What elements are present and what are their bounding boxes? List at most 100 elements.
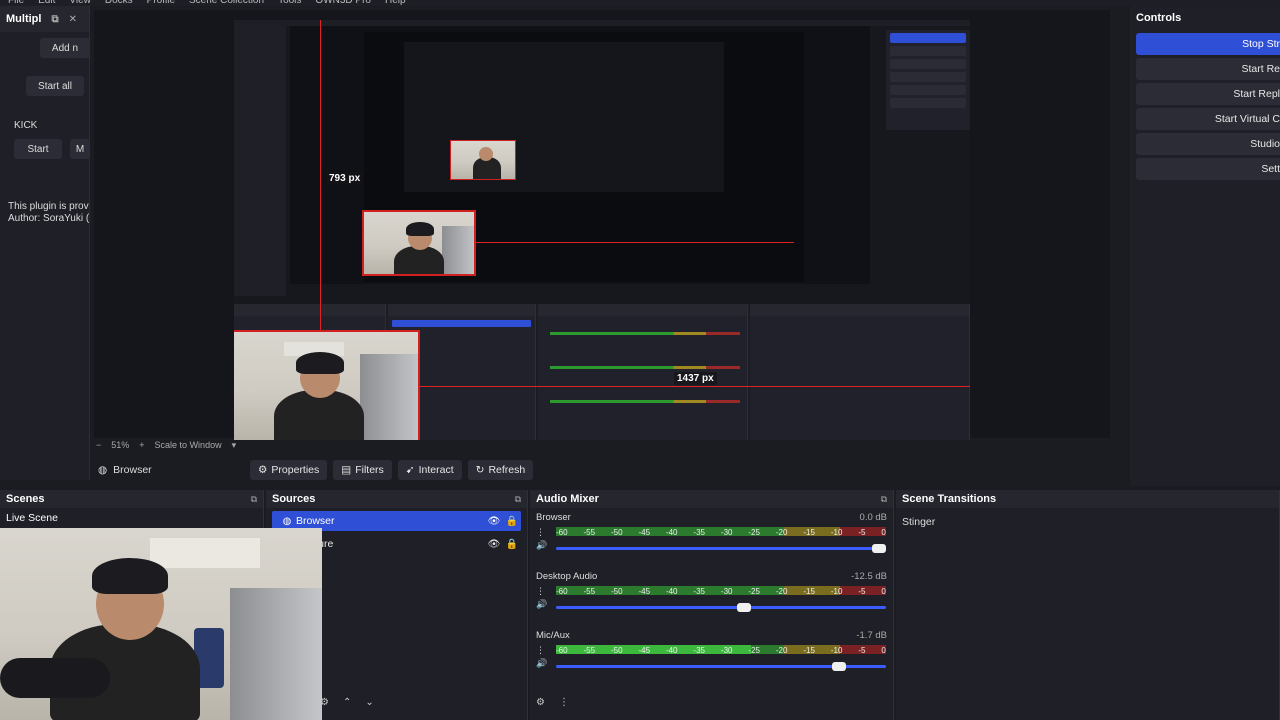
more-icon[interactable]: ⋮ — [559, 697, 569, 708]
scale-tick: -15 — [803, 646, 815, 655]
audio-mixer-dock: Audio Mixer ⧉ Browser 0.0 dB ⋮ 🔊 -60 -55 -… — [530, 490, 894, 720]
scale-tick: -15 — [803, 528, 815, 537]
lock-icon[interactable]: 🔒 — [503, 516, 521, 527]
controls-dock: Controls Stop Str Start Re Start Repl St… — [1130, 6, 1280, 486]
controls-title: Controls — [1136, 12, 1182, 24]
fader-knob[interactable] — [832, 662, 847, 671]
eye-icon[interactable]: 👁 — [485, 516, 503, 527]
transitions-title: Scene Transitions — [902, 493, 997, 505]
controller-hands — [0, 658, 110, 698]
menu-docks[interactable]: Docks — [105, 0, 133, 6]
filters-button[interactable]: ▤ Filters — [333, 460, 392, 480]
menu-scene-collection[interactable]: Scene Collection — [189, 0, 264, 6]
more-button[interactable]: M — [70, 139, 89, 159]
start-recording-button[interactable]: Start Re — [1136, 58, 1280, 80]
sources-header: Sources ⧉ — [266, 490, 527, 508]
nested-controls — [886, 30, 970, 130]
scale-tick: -55 — [583, 528, 596, 537]
popout-icon[interactable]: ⧉ — [881, 494, 887, 505]
scale-tick: -45 — [638, 587, 651, 596]
volume-fader[interactable] — [556, 544, 886, 553]
measure-vertical: 793 px — [326, 172, 364, 185]
popout-icon[interactable]: ⧉ — [251, 494, 257, 505]
scale-tick: -60 — [556, 587, 568, 596]
eye-icon[interactable]: 👁 — [485, 539, 503, 550]
preview-area[interactable]: 793 px 1437 px — [94, 10, 1110, 440]
more-icon[interactable]: ⋮ — [536, 526, 547, 539]
start-all-button[interactable]: Start all — [26, 76, 84, 96]
chevron-down-icon[interactable]: ▾ — [232, 440, 237, 451]
sources-footer: ⚙ ⌃ ⌄ — [320, 697, 374, 708]
webcam-overlay — [0, 528, 322, 720]
more-icon[interactable]: ⋮ — [536, 585, 547, 598]
source-toolbar: ◍ Browser ⚙ Properties ▤ Filters ➹ Inter… — [94, 458, 1124, 482]
start-virtual-camera-button[interactable]: Start Virtual C — [1136, 108, 1280, 130]
meter-scale: -60 -55 -50 -45 -40 -35 -30 -25 -20 -15 -10 -5 0 — [556, 528, 886, 537]
scale-tick: -25 — [748, 646, 760, 655]
scale-tick: -55 — [583, 646, 596, 655]
float-icon[interactable]: ⧉ — [51, 14, 58, 25]
scale-tick: -50 — [610, 587, 623, 596]
start-replay-button[interactable]: Start Repl — [1136, 83, 1280, 105]
studio-mode-button[interactable]: Studio — [1136, 133, 1280, 155]
mixer-channel: Desktop Audio -12.5 dB ⋮ 🔊 -60 -55 -50 -45-… — [536, 567, 887, 626]
start-button[interactable]: Start — [14, 139, 62, 159]
multistream-dock: Multipl ⧉ ✕ Add n Start all KICK Start M… — [0, 6, 90, 480]
speaker-icon[interactable]: 🔊 — [536, 539, 547, 552]
menu-tools[interactable]: Tools — [278, 0, 301, 6]
popout-icon[interactable]: ⧉ — [515, 494, 521, 505]
chevron-down-icon[interactable]: ⌄ — [365, 697, 373, 708]
scale-tick: -30 — [720, 587, 733, 596]
scale-tick: -5 — [858, 528, 866, 537]
plugin-author: Author: SoraYuki ( — [8, 213, 90, 224]
stop-streaming-button[interactable]: Stop Str — [1136, 33, 1280, 55]
zoom-in-icon[interactable]: + — [139, 440, 144, 450]
gear-icon[interactable]: ⚙ — [536, 697, 545, 708]
chevron-up-icon[interactable]: ⌃ — [343, 697, 351, 708]
menu-help[interactable]: Help — [385, 0, 406, 6]
volume-fader[interactable] — [556, 603, 886, 612]
fader-knob[interactable] — [872, 544, 886, 553]
channel-name: Mic/Aux — [536, 630, 570, 641]
scale-tick: 0 — [881, 528, 886, 537]
more-icon[interactable]: ⋮ — [536, 644, 547, 657]
refresh-button[interactable]: ↻ Refresh — [467, 460, 534, 480]
zoom-out-icon[interactable]: − — [96, 440, 101, 450]
properties-button[interactable]: ⚙ Properties — [250, 460, 328, 480]
add-target-button[interactable]: Add n — [40, 38, 89, 58]
current-source-name: Browser — [113, 464, 152, 476]
scale-tick: -10 — [830, 587, 843, 596]
scale-tick: -40 — [665, 528, 678, 537]
menu-own3d[interactable]: OWN3D Pro — [315, 0, 371, 6]
scene-item-live[interactable]: Live Scene — [6, 512, 257, 524]
preview-webcam[interactable] — [234, 330, 420, 440]
mixer-channel: Mic/Aux -1.7 dB ⋮ 🔊 -60 -55 -50 -45 -40 -35 -3… — [536, 626, 887, 685]
preview-zoom-bar: − 51% + Scale to Window ▾ — [94, 438, 1110, 452]
channel-name: Desktop Audio — [536, 571, 598, 582]
scale-mode[interactable]: Scale to Window — [155, 440, 222, 450]
meter-scale: -60 -55 -50 -45 -40 -35 -30 -25 -20 -15 -10 -5 0 — [556, 587, 886, 596]
scale-tick: -5 — [858, 646, 866, 655]
multistream-dock-title: Multipl ⧉ ✕ — [0, 6, 89, 32]
fader-knob[interactable] — [736, 603, 751, 612]
settings-button[interactable]: Sett — [1136, 158, 1280, 180]
preview-canvas[interactable]: 793 px 1437 px — [234, 20, 970, 440]
lock-icon[interactable]: 🔒 — [503, 539, 521, 550]
transition-select[interactable]: Stinger — [902, 516, 1273, 528]
speaker-icon[interactable]: 🔊 — [536, 657, 547, 670]
sources-title: Sources — [272, 493, 316, 505]
scale-tick: -60 — [556, 646, 568, 655]
speaker-icon[interactable]: 🔊 — [536, 598, 547, 611]
scale-tick: -15 — [803, 587, 815, 596]
interact-button[interactable]: ➹ Interact — [397, 460, 462, 480]
volume-fader[interactable] — [556, 662, 886, 671]
nested-webcam-medium — [362, 210, 476, 276]
menu-profile[interactable]: Profile — [147, 0, 175, 6]
scale-tick: -50 — [610, 646, 623, 655]
scale-tick: -35 — [693, 646, 705, 655]
guide-horizontal-nested — [476, 242, 794, 243]
close-icon[interactable]: ✕ — [69, 14, 77, 25]
scale-tick: -60 — [556, 528, 568, 537]
menu-bar: File Edit View Docks Profile Scene Colle… — [0, 0, 1280, 6]
mixer-title: Audio Mixer — [536, 493, 599, 505]
